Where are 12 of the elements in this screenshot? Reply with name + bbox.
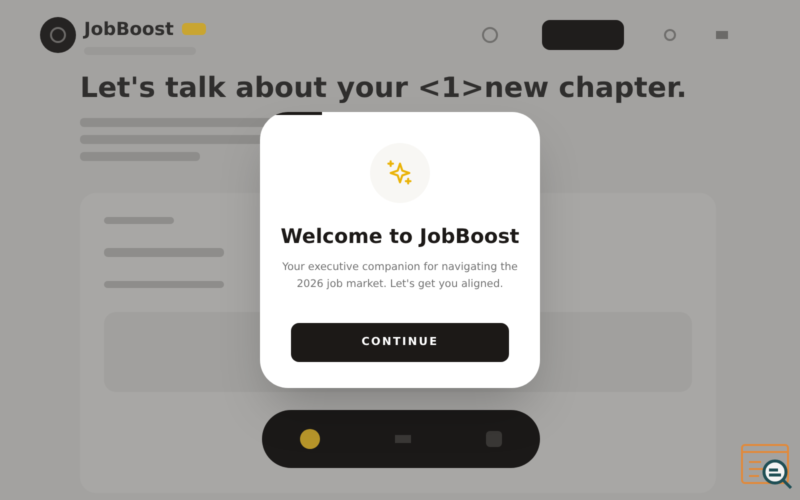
- brand-name: JobBoost: [84, 18, 174, 42]
- search-icon: [664, 29, 676, 41]
- logo-icon: [40, 17, 76, 53]
- dialog-message: Your executive companion for navigating the 2026 job market. Let's get you aligned.: [281, 260, 519, 292]
- document-search-icon: [741, 444, 793, 490]
- dialog-title: Welcome to JobBoost: [280, 223, 520, 250]
- globe-icon: [482, 27, 498, 43]
- badge: [182, 23, 206, 35]
- continue-button[interactable]: CONTINUE: [291, 323, 509, 362]
- headline: Let's talk about your <1>new chapter.: [80, 70, 687, 106]
- home-icon[interactable]: [300, 429, 320, 449]
- sign-in-button[interactable]: [542, 20, 624, 50]
